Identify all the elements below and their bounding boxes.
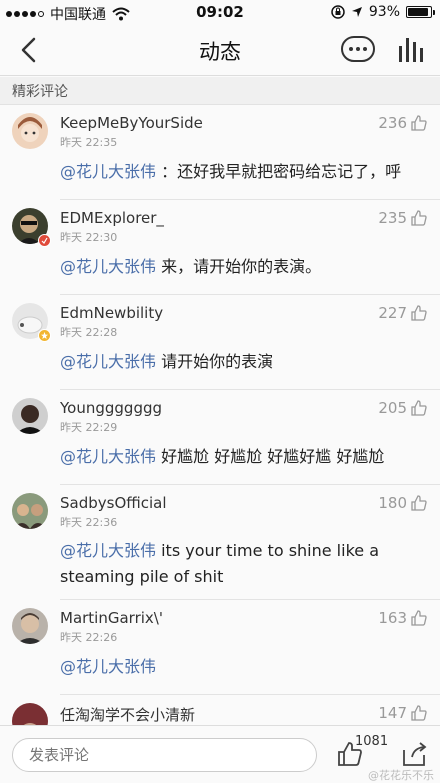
mention-link[interactable]: @花儿大张伟 <box>60 257 156 276</box>
more-dots-icon[interactable] <box>341 36 375 62</box>
section-header: 精彩评论 <box>0 77 440 105</box>
comment-text: @花儿大张伟 <box>60 654 420 680</box>
like-count: 147 <box>378 704 407 722</box>
comment-username[interactable]: MartinGarrix\' <box>60 609 163 627</box>
like-count: 235 <box>378 209 407 227</box>
avatar[interactable] <box>12 113 48 149</box>
mention-link[interactable]: @花儿大张伟 <box>60 541 156 560</box>
comment-item: EdmNewbility 昨天 22:28 227 @花儿大张伟 请开始你的表演 <box>0 295 440 390</box>
thumbs-up-icon[interactable] <box>410 494 428 512</box>
like-control[interactable]: 236 <box>378 114 428 132</box>
like-control[interactable]: 235 <box>378 209 428 227</box>
comment-time: 昨天 22:30 <box>60 231 118 244</box>
comment-username[interactable]: 任淘淘学不会小清新 <box>60 704 195 725</box>
like-control[interactable]: 163 <box>378 609 428 627</box>
comment-time: 昨天 22:36 <box>60 516 118 529</box>
comment-text: @花儿大张伟 请开始你的表演 <box>60 352 274 371</box>
comment-text: @花儿大张伟 来，请开始你的表演。 <box>60 257 322 276</box>
mention-link[interactable]: @花儿大张伟 <box>60 162 156 181</box>
thumbs-up-icon[interactable] <box>410 609 428 627</box>
comment-item: MartinGarrix\' 昨天 22:26 163 @花儿大张伟 <box>0 600 440 695</box>
mention-link[interactable]: @花儿大张伟 <box>60 352 156 371</box>
like-control[interactable]: 180 <box>378 494 428 512</box>
avatar[interactable] <box>12 493 48 529</box>
thumbs-up-icon[interactable] <box>410 114 428 132</box>
comment-username[interactable]: EdmNewbility <box>60 304 163 322</box>
bars-chart-icon[interactable] <box>396 36 426 64</box>
battery-icon <box>406 6 435 18</box>
comment-item: EDMExplorer_ 昨天 22:30 235 @花儿大张伟 来，请开始你的… <box>0 200 440 295</box>
thumbs-up-icon[interactable] <box>410 304 428 322</box>
comment-item: Younggggggg 昨天 22:29 205 @花儿大张伟 好尴尬 好尴尬 … <box>0 390 440 485</box>
like-count: 180 <box>378 494 407 512</box>
comment-footer: 1081 @花花乐不乐 <box>0 725 440 783</box>
thumbs-up-icon[interactable] <box>410 209 428 227</box>
comment-list[interactable]: KeepMeByYourSide 昨天 22:35 236 @花儿大张伟 ：还好… <box>0 105 440 725</box>
comment-item: KeepMeByYourSide 昨天 22:35 236 @花儿大张伟 ：还好… <box>0 105 440 200</box>
comment-time: 昨天 22:28 <box>60 326 118 339</box>
comment-time: 昨天 22:26 <box>60 631 118 644</box>
like-control[interactable]: 205 <box>378 399 428 417</box>
comment-time: 昨天 22:29 <box>60 421 118 434</box>
comment-username[interactable]: SadbysOfficial <box>60 494 167 512</box>
comment-time: 昨天 22:35 <box>60 136 118 149</box>
verified-badge-icon <box>38 234 51 247</box>
comment-username[interactable]: EDMExplorer_ <box>60 209 164 227</box>
like-count: 205 <box>378 399 407 417</box>
comment-text: @花儿大张伟 ：还好我早就把密码给忘记了，呼 <box>60 162 402 181</box>
like-control[interactable]: 147 <box>378 704 428 722</box>
like-count: 163 <box>378 609 407 627</box>
status-bar: 中国联通 09:02 93% <box>0 0 440 24</box>
section-label: 精彩评论 <box>12 84 68 100</box>
nav-bar: 动态 <box>0 24 440 76</box>
total-like-count: 1081 <box>355 734 389 749</box>
comment-item: SadbysOfficial 昨天 22:36 180 @花儿大张伟 its y… <box>0 485 440 600</box>
mention-link[interactable]: @花儿大张伟 <box>60 447 156 466</box>
watermark: @花花乐不乐 <box>368 769 434 782</box>
star-badge-icon <box>38 329 51 342</box>
comment-username[interactable]: KeepMeByYourSide <box>60 114 203 132</box>
avatar[interactable] <box>12 703 48 725</box>
comment-input[interactable] <box>12 738 317 772</box>
like-count: 236 <box>378 114 407 132</box>
avatar[interactable] <box>12 608 48 644</box>
like-control[interactable]: 227 <box>378 304 428 322</box>
status-right: 93% <box>331 4 435 20</box>
thumbs-up-icon[interactable] <box>410 704 428 722</box>
share-icon[interactable] <box>400 740 428 768</box>
comment-username[interactable]: Younggggggg <box>60 399 162 417</box>
comment-text: @花儿大张伟 好尴尬 好尴尬 好尴好尴 好尴尬 <box>60 447 385 466</box>
avatar[interactable] <box>12 398 48 434</box>
location-arrow-icon <box>351 7 362 17</box>
comment-item: 任淘淘学不会小清新 147 <box>0 695 440 725</box>
lock-rotation-icon <box>331 5 345 19</box>
comment-text: @花儿大张伟 its your time to shine like a ste… <box>60 541 379 586</box>
mention-link[interactable]: @花儿大张伟 <box>60 657 156 676</box>
thumbs-up-icon[interactable] <box>410 399 428 417</box>
like-count: 227 <box>378 304 407 322</box>
battery-percent: 93% <box>368 4 400 20</box>
